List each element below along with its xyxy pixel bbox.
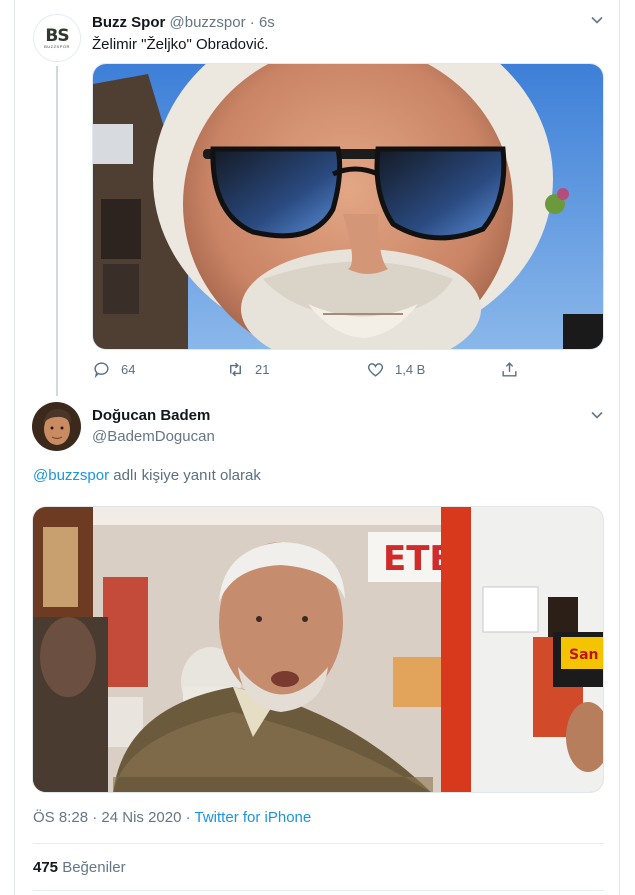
likes-summary[interactable]: 475 Beğeniler: [33, 859, 126, 876]
tweet-time[interactable]: 6s: [259, 14, 275, 31]
tweet-date[interactable]: 24 Nis 2020: [101, 809, 181, 826]
avatar-logo-text: BS: [45, 25, 69, 46]
mic-label-text: San: [569, 647, 599, 663]
divider: [33, 843, 604, 844]
reply-to-link[interactable]: @buzzspor: [33, 467, 109, 484]
tweet-photo[interactable]: [92, 63, 604, 350]
reply-button[interactable]: 64: [92, 360, 135, 379]
share-icon: [502, 362, 517, 377]
thread-connector: [56, 66, 58, 396]
separator-dot: ·: [249, 14, 255, 31]
divider: [33, 890, 604, 891]
meta-separator: ·: [88, 809, 102, 826]
tweet-time[interactable]: ÖS 8:28: [33, 809, 88, 826]
profile-photo: [32, 402, 81, 451]
avatar-logo-subtext: BUZZSPOR: [44, 43, 70, 49]
tweet-actions: 64 21 1,4 B: [92, 360, 522, 384]
chevron-down-icon[interactable]: [590, 408, 604, 422]
user-handle[interactable]: @buzzspor: [170, 14, 246, 31]
user-handle[interactable]: @BademDogucan: [92, 428, 215, 445]
tweet-header: Buzz Spor @buzzspor · 6s: [92, 14, 275, 31]
likes-label: Beğeniler: [58, 859, 126, 876]
portrait-sunglasses-image: [93, 64, 603, 349]
display-name[interactable]: Buzz Spor: [92, 14, 165, 31]
tweet-timestamp: ÖS 8:28 · 24 Nis 2020 · Twitter for iPho…: [33, 809, 311, 826]
like-button[interactable]: 1,4 B: [366, 360, 425, 379]
share-button[interactable]: [500, 360, 529, 379]
retweet-button[interactable]: 21: [226, 360, 269, 379]
retweet-count: 21: [255, 362, 270, 377]
tweet-photo[interactable]: ETE San: [32, 506, 604, 793]
retweet-icon: [230, 362, 241, 377]
reply-count: 64: [121, 362, 136, 377]
chevron-down-icon[interactable]: [590, 13, 604, 27]
reply-icon: [94, 362, 109, 379]
reply-context: @buzzspor adlı kişiye yanıt olarak: [33, 467, 261, 484]
street-interview-image: ETE San: [33, 507, 603, 792]
reply-context-text: adlı kişiye yanıt olarak: [109, 467, 261, 484]
display-name[interactable]: Doğucan Badem: [92, 407, 210, 424]
avatar-dogucan[interactable]: [32, 402, 81, 451]
likes-count: 475: [33, 859, 59, 876]
avatar-buzzspor[interactable]: BS BUZZSPOR: [33, 14, 81, 62]
tweet-text: Želimir "Željko" Obradović.: [92, 36, 269, 53]
tweet-source-link[interactable]: Twitter for iPhone: [195, 809, 312, 826]
heart-icon: [367, 363, 384, 377]
like-count: 1,4 B: [395, 362, 426, 377]
meta-separator-2: ·: [181, 809, 195, 826]
